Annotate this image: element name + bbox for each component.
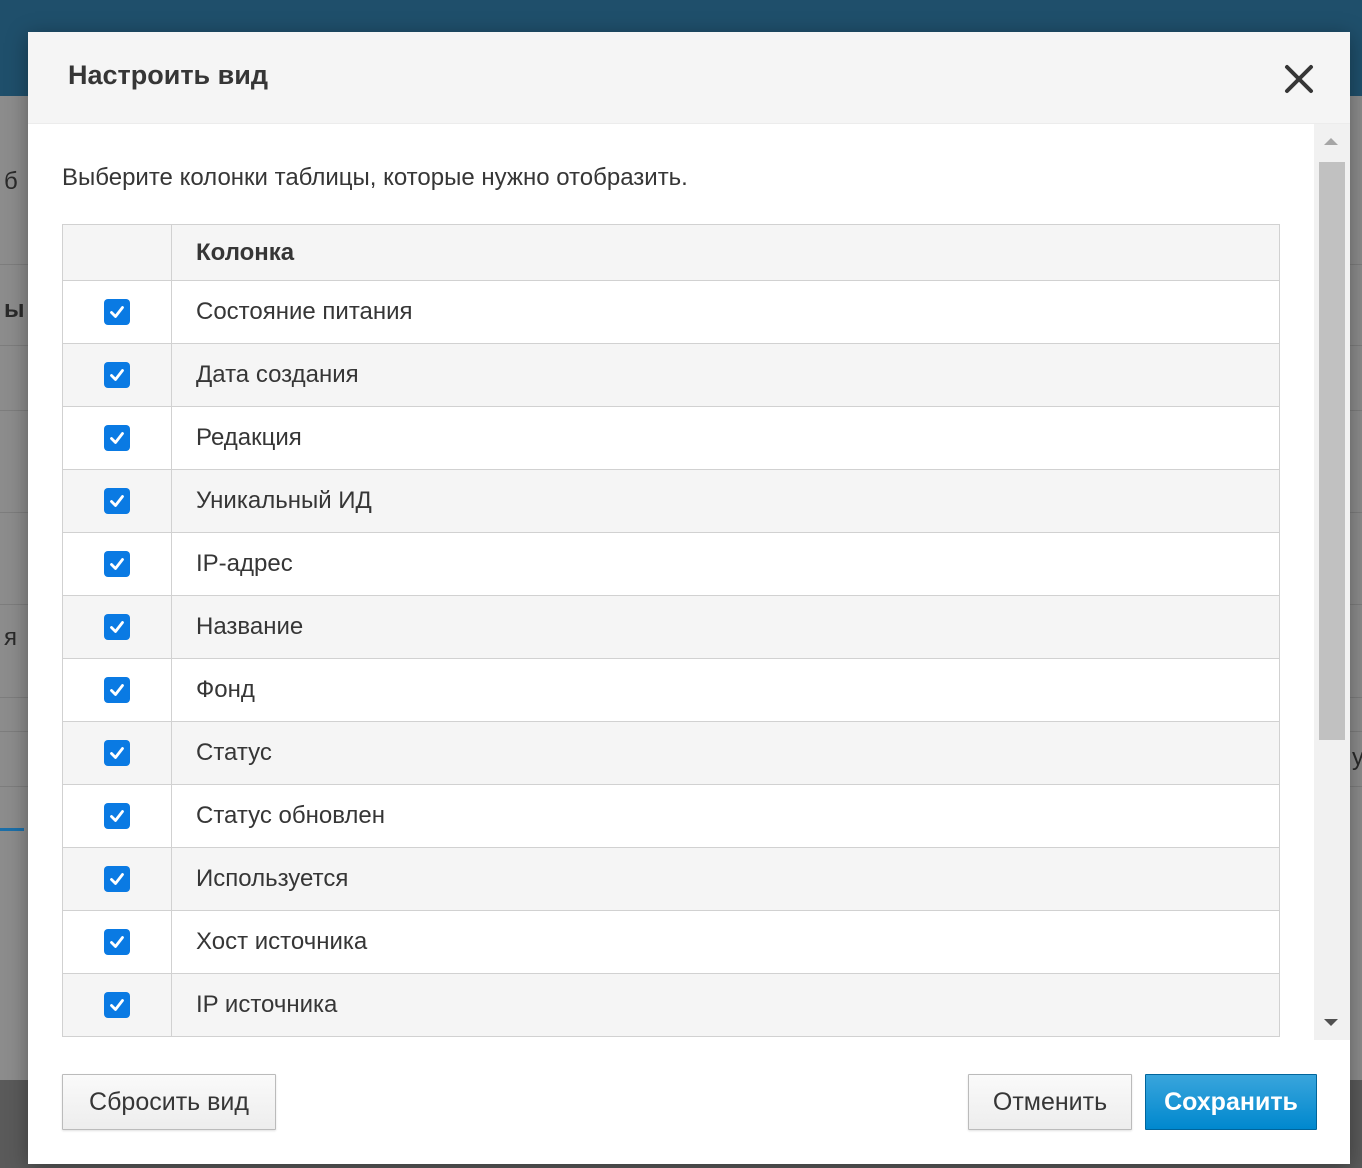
scrollbar[interactable] xyxy=(1314,124,1350,1040)
table-row: Статус обновлен xyxy=(63,785,1279,848)
column-label: IP-адрес xyxy=(196,550,293,577)
table-row: IP источника xyxy=(63,974,1279,1037)
table-row: Состояние питания xyxy=(63,281,1279,344)
row-check-cell xyxy=(63,785,172,847)
table-row: Статус xyxy=(63,722,1279,785)
scroll-down-arrow-icon[interactable] xyxy=(1324,1019,1338,1026)
column-label: Хост источника xyxy=(196,928,368,955)
checkmark-icon xyxy=(110,558,124,570)
reset-view-button[interactable]: Сбросить вид xyxy=(62,1074,276,1130)
column-checkbox[interactable] xyxy=(104,551,130,577)
dialog-body: Выберите колонки таблицы, которые нужно … xyxy=(28,124,1350,1040)
background-text-fragment: я xyxy=(4,624,17,651)
column-label: IP источника xyxy=(196,991,338,1018)
row-check-cell xyxy=(63,344,172,406)
close-icon xyxy=(1285,65,1313,93)
column-checkbox[interactable] xyxy=(104,614,130,640)
row-check-cell xyxy=(63,722,172,784)
column-label: Статус обновлен xyxy=(196,802,386,829)
column-checkbox[interactable] xyxy=(104,866,130,892)
column-label: Уникальный ИД xyxy=(196,487,372,514)
header-check-cell xyxy=(63,225,172,280)
row-check-cell xyxy=(63,659,172,721)
row-check-cell xyxy=(63,974,172,1036)
checkmark-icon xyxy=(110,999,124,1011)
cancel-button[interactable]: Отменить xyxy=(968,1074,1132,1130)
dialog-header: Настроить вид xyxy=(28,32,1350,124)
save-button[interactable]: Сохранить xyxy=(1145,1074,1317,1130)
checkmark-icon xyxy=(110,495,124,507)
table-row: Уникальный ИД xyxy=(63,470,1279,533)
row-check-cell xyxy=(63,848,172,910)
close-button[interactable] xyxy=(1282,62,1316,96)
column-label: Название xyxy=(196,613,304,640)
column-checkbox[interactable] xyxy=(104,992,130,1018)
column-checkbox[interactable] xyxy=(104,677,130,703)
column-checkbox[interactable] xyxy=(104,299,130,325)
row-check-cell xyxy=(63,470,172,532)
column-label: Используется xyxy=(196,865,349,892)
dialog-title: Настроить вид xyxy=(68,60,268,90)
dialog-footer: Сбросить вид Отменить Сохранить xyxy=(28,1040,1350,1164)
checkmark-icon xyxy=(110,936,124,948)
row-check-cell xyxy=(63,596,172,658)
checkmark-icon xyxy=(110,369,124,381)
scroll-thumb[interactable] xyxy=(1319,162,1345,740)
table-body: Состояние питания Дата создания Редакция Ун… xyxy=(63,281,1279,1037)
column-checkbox[interactable] xyxy=(104,362,130,388)
row-check-cell xyxy=(63,911,172,973)
row-check-cell xyxy=(63,407,172,469)
checkmark-icon xyxy=(110,306,124,318)
table-header-row: Колонка xyxy=(63,225,1279,281)
background-text-fragment: ы xyxy=(4,296,25,323)
table-row: Используется xyxy=(63,848,1279,911)
row-check-cell xyxy=(63,533,172,595)
background-text-fragment: у xyxy=(1352,744,1362,771)
checkmark-icon xyxy=(110,873,124,885)
column-label: Дата создания xyxy=(196,361,359,388)
column-label: Статус xyxy=(196,739,272,766)
column-checkbox[interactable] xyxy=(104,803,130,829)
dialog-instructions: Выберите колонки таблицы, которые нужно … xyxy=(62,164,688,191)
table-row: IP-адрес xyxy=(63,533,1279,596)
column-label: Фонд xyxy=(196,676,255,703)
background-text-fragment: б xyxy=(4,168,18,195)
column-header: Колонка xyxy=(196,238,295,266)
checkmark-icon xyxy=(110,684,124,696)
row-check-cell xyxy=(63,281,172,343)
checkmark-icon xyxy=(110,747,124,759)
column-checkbox[interactable] xyxy=(104,740,130,766)
checkmark-icon xyxy=(110,432,124,444)
table-row: Дата создания xyxy=(63,344,1279,407)
customize-view-dialog: Настроить вид Выберите колонки таблицы, … xyxy=(28,32,1350,1164)
table-row: Хост источника xyxy=(63,911,1279,974)
table-row: Название xyxy=(63,596,1279,659)
table-row: Фонд xyxy=(63,659,1279,722)
background-active-indicator xyxy=(0,828,24,831)
scroll-up-arrow-icon[interactable] xyxy=(1324,138,1338,145)
checkmark-icon xyxy=(110,810,124,822)
table-row: Редакция xyxy=(63,407,1279,470)
columns-table: Колонка Состояние питания Дата создания Ре… xyxy=(62,224,1280,1037)
column-checkbox[interactable] xyxy=(104,929,130,955)
column-checkbox[interactable] xyxy=(104,488,130,514)
column-checkbox[interactable] xyxy=(104,425,130,451)
checkmark-icon xyxy=(110,621,124,633)
column-label: Редакция xyxy=(196,424,302,451)
column-label: Состояние питания xyxy=(196,298,413,325)
